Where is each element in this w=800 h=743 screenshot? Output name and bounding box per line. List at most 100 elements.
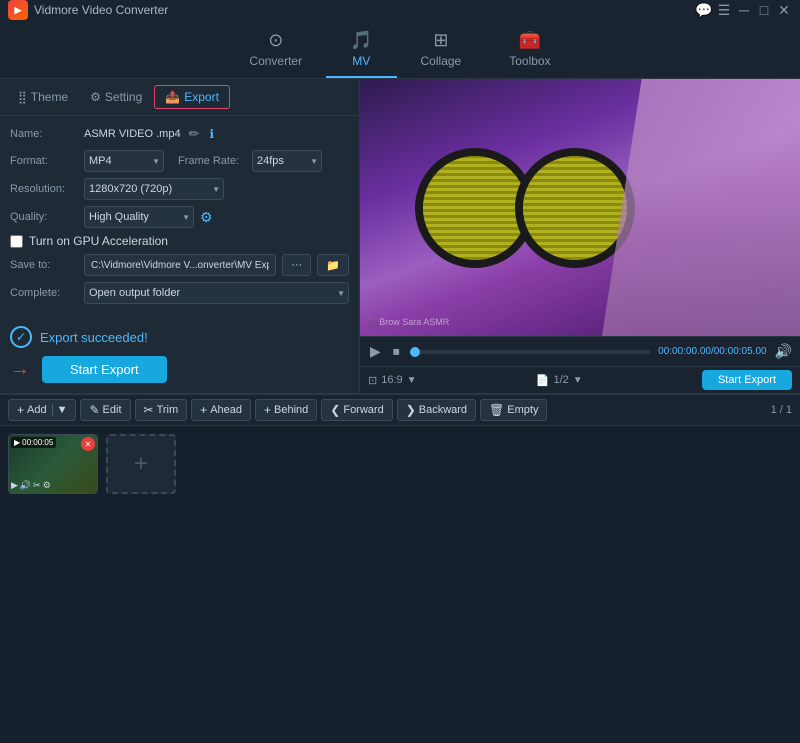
tab-converter[interactable]: ⊙ Converter	[225, 24, 326, 78]
quality-select[interactable]: High Quality	[84, 206, 194, 228]
start-export-small-button[interactable]: Start Export	[702, 370, 792, 390]
sub-tab-export[interactable]: 📤 Export	[154, 85, 230, 109]
minimize-button[interactable]: ─	[736, 2, 752, 18]
complete-label: Complete:	[10, 287, 78, 299]
chat-icon[interactable]: 💬	[696, 2, 712, 18]
video-controls-row2: ⊡ 16:9 ▼ 📄 1/2 ▼ Start Export	[360, 366, 800, 393]
success-message: Export succeeded!	[40, 330, 148, 345]
tab-toolbox[interactable]: 🧰 Toolbox	[485, 24, 574, 78]
sub-tab-theme[interactable]: ⣿ Theme	[8, 86, 78, 108]
complete-select[interactable]: Open output folder	[84, 282, 349, 304]
save-to-input[interactable]: C:\Vidmore\Vidmore V...onverter\MV Expor…	[84, 254, 276, 276]
tab-converter-label: Converter	[249, 54, 302, 68]
theme-icon: ⣿	[18, 90, 27, 104]
quality-settings-icon[interactable]: ⚙	[200, 209, 213, 226]
edit-button[interactable]: ✎ Edit	[80, 399, 130, 421]
save-to-dots-button[interactable]: ···	[282, 254, 311, 276]
volume-icon[interactable]: 🔊	[775, 343, 792, 360]
video-watermark: ©️Brow Sara ASMR	[368, 317, 449, 328]
save-to-folder-button[interactable]: 📁	[317, 254, 349, 276]
tab-mv[interactable]: 🎵 MV	[326, 24, 396, 78]
titlebar-left: ▶ Vidmore Video Converter	[8, 0, 168, 20]
clip-settings-button[interactable]: ⚙	[43, 480, 51, 491]
clip-duration: ▶ 00:00:05	[11, 437, 56, 448]
frame-rate-label: Frame Rate:	[178, 155, 246, 167]
export-icon: 📤	[165, 90, 180, 104]
backward-icon: ❯	[406, 403, 416, 417]
video-content	[360, 79, 800, 336]
add-label: Add	[27, 404, 47, 416]
name-row: Name: ASMR VIDEO .mp4 ✏ ℹ	[10, 124, 349, 144]
forward-label: Forward	[343, 404, 383, 416]
ratio-value: 16:9	[381, 374, 402, 386]
right-panel: ©️Brow Sara ASMR ▶ ⏹ 00:00:00.00/00:00:0…	[360, 79, 800, 393]
start-export-button[interactable]: Start Export	[42, 356, 167, 383]
trim-label: Trim	[157, 404, 179, 416]
titlebar: ▶ Vidmore Video Converter 💬 ☰ ─ □ ✕	[0, 0, 800, 20]
bottom-toolbar: + Add ▼ ✎ Edit ✂ Trim + Ahead +	[0, 393, 800, 425]
backward-button[interactable]: ❯ Backward	[397, 399, 476, 421]
trash-icon: 🗑	[489, 403, 504, 417]
resolution-row: Resolution: 1280x720 (720p) ▼	[10, 178, 349, 200]
ahead-button[interactable]: + Ahead	[191, 399, 251, 421]
export-success: ✓ Export succeeded!	[0, 318, 359, 352]
mv-icon: 🎵	[350, 30, 372, 51]
add-dropdown-icon[interactable]: ▼	[52, 404, 68, 416]
time-display: 00:00:00.00/00:00:05.00	[658, 346, 766, 357]
frame-rate-select[interactable]: 24fps	[252, 150, 322, 172]
clip-play-button[interactable]: ▶	[11, 480, 18, 491]
name-value: ASMR VIDEO .mp4	[84, 128, 181, 140]
forward-icon: ❮	[330, 403, 340, 417]
tab-toolbox-label: Toolbox	[509, 54, 550, 68]
ratio-dropdown-button[interactable]: ▼	[407, 375, 417, 386]
bottom-area: + Add ▼ ✎ Edit ✂ Trim + Ahead +	[0, 393, 800, 743]
empty-label: Empty	[507, 404, 538, 416]
gpu-checkbox[interactable]	[10, 235, 23, 248]
progress-bar[interactable]	[410, 350, 650, 354]
menu-icon[interactable]: ☰	[716, 2, 732, 18]
save-to-label: Save to:	[10, 259, 78, 271]
save-to-row: Save to: C:\Vidmore\Vidmore V...onverter…	[10, 254, 349, 276]
format-label: Format:	[10, 155, 78, 167]
ratio-select: ⊡ 16:9 ▼	[368, 374, 417, 387]
clip-count-dropdown-button[interactable]: ▼	[573, 375, 583, 386]
success-icon: ✓	[10, 326, 32, 348]
close-button[interactable]: ✕	[776, 2, 792, 18]
stop-button[interactable]: ⏹	[391, 341, 402, 362]
edit-name-button[interactable]: ✏	[187, 124, 202, 144]
video-controls-row1: ▶ ⏹ 00:00:00.00/00:00:05.00 🔊	[360, 336, 800, 366]
tab-mv-label: MV	[352, 54, 370, 68]
resolution-select[interactable]: 1280x720 (720p)	[84, 178, 224, 200]
converter-icon: ⊙	[268, 30, 283, 51]
clip-trim-button[interactable]: ✂	[33, 480, 41, 491]
add-button[interactable]: + Add ▼	[8, 399, 76, 421]
info-button[interactable]: ℹ	[207, 125, 216, 143]
empty-button[interactable]: 🗑 Empty	[480, 399, 547, 421]
left-panel: ⣿ Theme ⚙ Setting 📤 Export	[0, 79, 360, 393]
video-preview: ©️Brow Sara ASMR	[360, 79, 800, 336]
arrow-icon: →	[10, 358, 30, 381]
tab-collage[interactable]: ⊞ Collage	[397, 24, 486, 78]
clip-volume-button[interactable]: 🔊	[20, 480, 31, 491]
play-button[interactable]: ▶	[368, 341, 383, 362]
resolution-label: Resolution:	[10, 183, 78, 195]
backward-label: Backward	[419, 404, 467, 416]
sub-tabs: ⣿ Theme ⚙ Setting 📤 Export	[0, 79, 359, 116]
behind-button[interactable]: + Behind	[255, 399, 317, 421]
add-clip-button[interactable]: +	[106, 434, 176, 494]
name-label: Name:	[10, 128, 78, 140]
trim-icon: ✂	[144, 403, 154, 417]
sub-tab-setting[interactable]: ⚙ Setting	[80, 86, 152, 108]
trim-button[interactable]: ✂ Trim	[135, 399, 188, 421]
edit-label: Edit	[103, 404, 122, 416]
quality-row: Quality: High Quality ▼ ⚙	[10, 206, 349, 228]
timeline: ▶ 00:00:05 ✕ ▶ 🔊 ✂ ⚙ +	[0, 425, 800, 743]
sub-tab-setting-label: Setting	[105, 90, 142, 104]
behind-label: Behind	[274, 404, 308, 416]
page-count: 1 / 1	[771, 404, 792, 416]
format-select[interactable]: MP4	[84, 150, 164, 172]
app-title: Vidmore Video Converter	[34, 3, 168, 17]
forward-button[interactable]: ❮ Forward	[321, 399, 392, 421]
clip-close-button[interactable]: ✕	[81, 437, 95, 451]
maximize-button[interactable]: □	[756, 2, 772, 18]
